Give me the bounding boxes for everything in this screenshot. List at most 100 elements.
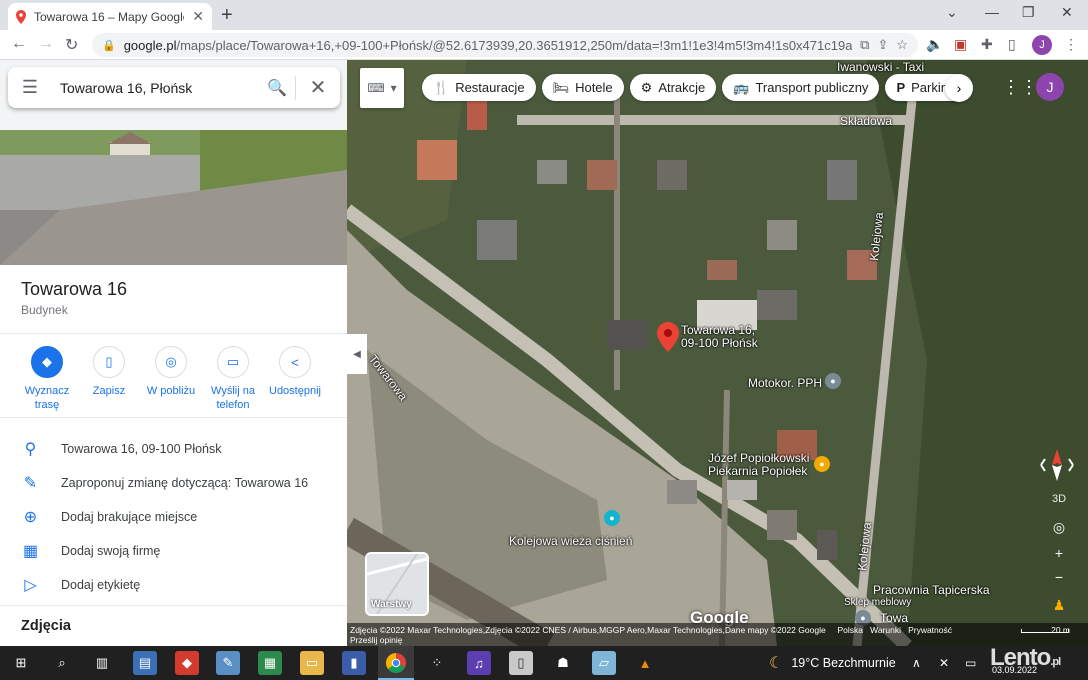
account-avatar[interactable]: J xyxy=(1036,73,1064,101)
save-button[interactable]: ▯ Zapisz xyxy=(78,346,140,412)
attribution-terms[interactable]: Warunki xyxy=(870,625,901,635)
place-actions: ◆ Wyznacz trasę ▯ Zapisz ◎ W pobliżu ▭ W… xyxy=(16,346,326,412)
taskbar-app-files-icon[interactable]: ▯ xyxy=(509,651,533,675)
back-icon[interactable]: ← xyxy=(11,35,27,53)
profile-avatar[interactable]: J xyxy=(1032,35,1052,55)
chip-restaurants[interactable]: 🍴 Restauracje xyxy=(422,74,536,101)
search-box[interactable]: ☰ Towarowa 16, Płońsk 🔍 ✕ xyxy=(8,67,340,108)
open-in-app-icon[interactable]: ⧉ xyxy=(860,37,869,53)
send-to-phone-label: Wyślij na telefon xyxy=(211,385,255,411)
taskbar-app-anydesk-icon[interactable]: ◆ xyxy=(175,651,199,675)
taskbar-app-chart-icon[interactable]: ▮ xyxy=(342,651,366,675)
nearby-button[interactable]: ◎ W pobliżu xyxy=(140,346,202,412)
task-view-icon[interactable]: ▥ xyxy=(90,651,114,675)
taskbar-app-cat-icon[interactable]: ☗ xyxy=(551,651,575,675)
directions-button[interactable]: ◆ Wyznacz trasę xyxy=(16,346,78,412)
chrome-menu-icon[interactable]: ⋮ xyxy=(1064,36,1078,53)
windows-start-icon[interactable]: ⊞ xyxy=(9,651,33,675)
chip-transit[interactable]: 🚌 Transport publiczny xyxy=(722,74,880,101)
address-bar[interactable]: 🔒 google.pl/maps/place/Towarowa+16,+09-1… xyxy=(92,33,918,57)
poi-marker-tower[interactable]: ● xyxy=(604,510,620,526)
restore-icon[interactable]: ❐ xyxy=(1022,4,1035,21)
taskbar-app-calculator-icon[interactable]: ▦ xyxy=(258,651,282,675)
poi-label-piekarnia[interactable]: Piekarnia Popiołek xyxy=(708,464,807,478)
share-page-icon[interactable]: ⇪ xyxy=(877,37,888,53)
input-tools-button[interactable]: ⌨ ▾ xyxy=(360,68,404,108)
share-button[interactable]: < Udostępnij xyxy=(264,346,326,412)
search-input[interactable]: Towarowa 16, Płońsk xyxy=(52,80,259,96)
taskbar-app-paint-icon[interactable]: ✎ xyxy=(216,651,240,675)
satellite-map[interactable]: Składowa Kolejowa Kolejowa Towarowa Iwan… xyxy=(347,60,1088,646)
collapse-panel-button[interactable]: ◀ xyxy=(347,334,367,374)
info-add-business[interactable]: ▦ Dodaj swoją firmę xyxy=(0,534,347,568)
minimize-icon[interactable]: — xyxy=(985,4,999,20)
taskbar-search-icon[interactable]: ⌕ xyxy=(50,651,74,675)
attribution-text: Zdjęcia ©2022 Maxar Technologies,Zdjęcia… xyxy=(350,625,826,635)
lento-watermark: Lento.pl xyxy=(990,644,1061,671)
poi-marker-motokor[interactable]: ● xyxy=(825,373,841,389)
taskbar-app-chrome-icon[interactable] xyxy=(384,651,408,675)
new-tab-icon[interactable]: + xyxy=(221,4,233,27)
poi-label-popiolkowski[interactable]: Józef Popiołkowski xyxy=(708,451,809,465)
chip-attractions[interactable]: ⚙ Atrakcje xyxy=(629,74,717,101)
info-add-place[interactable]: ⊕ Dodaj brakujące miejsce xyxy=(0,500,347,534)
lock-icon[interactable]: 🔒 xyxy=(102,39,116,52)
attribution-privacy[interactable]: Prywatność xyxy=(908,625,952,635)
tab-search-icon[interactable]: ⌄ xyxy=(946,4,958,21)
pegman-icon[interactable]: ♟ xyxy=(1047,593,1071,617)
chips-next-button[interactable]: › xyxy=(945,74,973,102)
my-location-icon[interactable]: ◎ xyxy=(1047,515,1071,539)
mute-icon[interactable]: 🔈 xyxy=(926,36,943,53)
taskbar-app-music-icon[interactable]: ♫ xyxy=(467,651,491,675)
window-close-icon[interactable]: ✕ xyxy=(1061,4,1073,21)
taskbar-app-dots-icon[interactable]: ⁘ xyxy=(425,651,449,675)
browser-tab[interactable]: Towarowa 16 – Mapy Google ✕ xyxy=(8,3,212,30)
place-category[interactable]: Budynek xyxy=(21,303,68,317)
windows-taskbar: ⊞ ⌕ ▥ ▤ ◆ ✎ ▦ ▭ ▮ ⁘ ♫ ▯ ☗ ▱ ▲ xyxy=(0,646,1088,680)
tray-chevron-icon[interactable]: ∧ xyxy=(912,656,921,670)
poi-label-motokor[interactable]: Motokor. PPH xyxy=(748,376,822,390)
zoom-in-icon[interactable]: + xyxy=(1047,541,1071,565)
tray-mute-icon[interactable]: ✕ xyxy=(939,656,949,670)
keyboard-icon: ⌨ xyxy=(367,81,385,95)
layers-button[interactable]: Warstwy xyxy=(365,552,429,616)
attribution-polska[interactable]: Polska xyxy=(838,625,864,635)
add-business-icon: ▦ xyxy=(22,543,39,560)
taskbar-app-explorer-icon[interactable]: ▭ xyxy=(300,651,324,675)
bookmark-star-icon[interactable]: ☆ xyxy=(896,37,908,53)
extension-badge-icon[interactable]: ▣ xyxy=(954,36,967,53)
chip-hotels[interactable]: 🛏 Hotele xyxy=(541,74,624,101)
info-suggest-edit[interactable]: ✎ Zaproponuj zmianę dotyczącą: Towarowa … xyxy=(0,466,347,500)
close-search-icon[interactable]: ✕ xyxy=(296,75,340,100)
tab-close-icon[interactable]: ✕ xyxy=(192,8,204,25)
reload-icon[interactable]: ↻ xyxy=(65,35,78,55)
poi-label-wieza[interactable]: Kolejowa wieża ciśnień xyxy=(509,534,632,548)
poi-label-meblowy[interactable]: Sklep meblowy xyxy=(844,597,911,608)
hamburger-menu-icon[interactable]: ☰ xyxy=(8,77,52,98)
forward-icon[interactable]: → xyxy=(38,35,54,53)
add-place-icon: ⊕ xyxy=(23,509,38,526)
info-address[interactable]: ⚲ Towarowa 16, 09-100 Płońsk xyxy=(0,432,347,466)
poi-marker-bakery[interactable]: ● xyxy=(814,456,830,472)
poi-label-tapicerska[interactable]: Pracownia Tapicerska xyxy=(873,583,990,597)
send-to-phone-button[interactable]: ▭ Wyślij na telefon xyxy=(202,346,264,412)
taskbar-app-notes-icon[interactable]: ▱ xyxy=(592,651,616,675)
search-icon[interactable]: 🔍 xyxy=(259,78,295,98)
chevron-left-icon: ◀ xyxy=(353,348,361,360)
zoom-out-icon[interactable]: − xyxy=(1047,565,1071,589)
extensions-puzzle-icon[interactable]: ✚ xyxy=(981,36,993,53)
taskbar-app-vlc-icon[interactable]: ▲ xyxy=(633,651,657,675)
compass-icon[interactable] xyxy=(1037,447,1077,483)
weather-widget[interactable]: ☾ 19°C Bezchmurnie xyxy=(769,653,896,673)
weather-text: 19°C Bezchmurnie xyxy=(791,656,896,670)
place-title: Towarowa 16 xyxy=(21,279,128,299)
tilt-3d-button[interactable]: 3D xyxy=(1047,487,1071,511)
chevron-right-icon: › xyxy=(956,80,962,96)
selected-place-pin-icon[interactable] xyxy=(657,322,679,352)
send-feedback-link[interactable]: Prześlij opinię xyxy=(350,635,1085,645)
info-add-label[interactable]: ▷ Dodaj etykietę xyxy=(0,568,347,602)
taskbar-app-computer-icon[interactable]: ▤ xyxy=(133,651,157,675)
maps-favicon-icon xyxy=(16,9,26,24)
tray-battery-icon[interactable]: ▭ xyxy=(965,656,976,670)
sidebar-icon[interactable]: ▯ xyxy=(1008,36,1016,53)
